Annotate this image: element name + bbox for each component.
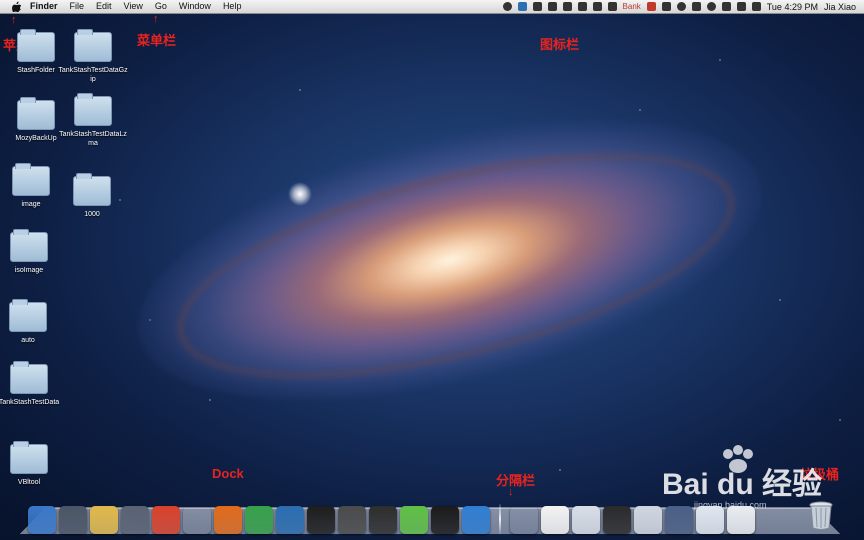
folder-icon: [74, 93, 112, 126]
folder-icon: [74, 29, 112, 62]
wallpaper-bright-star: [288, 182, 312, 206]
desktop-icon-label: isoImage: [14, 267, 44, 274]
watermark-brand: Bai du 经验: [662, 467, 822, 501]
dock-app-11-icon[interactable]: [338, 506, 366, 534]
status-icon-7[interactable]: [592, 2, 602, 11]
folder-icon: [17, 97, 55, 130]
time-machine-icon[interactable]: [676, 2, 686, 11]
menu-help[interactable]: Help: [223, 0, 242, 13]
folder-icon: [10, 361, 48, 394]
desktop-folder-isoimage[interactable]: isoImage: [0, 229, 64, 275]
dock-doc-1-icon[interactable]: [510, 506, 538, 534]
dock: [28, 500, 755, 534]
menu-finder[interactable]: Finder: [30, 0, 58, 13]
folder-icon: [17, 29, 55, 62]
dock-safari-icon[interactable]: [462, 506, 490, 534]
flag-icon[interactable]: [751, 2, 761, 11]
status-icon-8[interactable]: [607, 2, 617, 11]
dock-chrome-icon[interactable]: [152, 506, 180, 534]
apple-menu-arrow: ↑: [11, 14, 17, 26]
menubar-user[interactable]: Jia Xiao: [824, 2, 856, 12]
menu-go[interactable]: Go: [155, 0, 167, 13]
menu-window[interactable]: Window: [179, 0, 211, 13]
baidu-watermark: Bai du 经验: [662, 445, 822, 501]
dock-doc-2-icon[interactable]: [541, 506, 569, 534]
folder-icon: [12, 163, 50, 196]
menu-bar-arrow: ↑: [153, 13, 159, 25]
battery-icon[interactable]: [736, 2, 746, 11]
menu-bar: Finder File Edit View Go Window Help Ban…: [0, 0, 864, 14]
folder-icon: [10, 229, 48, 262]
dock-launchpad-icon[interactable]: [121, 506, 149, 534]
desktop-icon-label: 1000: [84, 211, 100, 218]
volume-icon[interactable]: [721, 2, 731, 11]
trash-icon[interactable]: [808, 500, 834, 530]
status-icon-1[interactable]: [502, 2, 512, 11]
dock-app-9-blue-icon[interactable]: [276, 506, 304, 534]
desktop-folder-auto[interactable]: auto: [0, 299, 63, 345]
menu-view[interactable]: View: [124, 0, 143, 13]
desktop-folder-vbltool[interactable]: VBltool: [0, 441, 64, 487]
bank-status-label[interactable]: Bank: [623, 2, 641, 11]
folder-icon: [9, 299, 47, 332]
desktop-folder-1000[interactable]: 1000: [57, 173, 127, 219]
dock-app-8-green-icon[interactable]: [245, 506, 273, 534]
desktop-icon-label: VBltool: [17, 479, 41, 486]
desktop-icon-label: TankStashTestData: [0, 399, 60, 406]
dock-terminal-2-icon[interactable]: [431, 506, 459, 534]
status-icon-3[interactable]: [532, 2, 542, 11]
dock-terminal-1-icon[interactable]: [307, 506, 335, 534]
dock-doc-8-icon[interactable]: [727, 506, 755, 534]
dock-separator[interactable]: [499, 504, 501, 534]
desktop-folder-tankstashtestdatalzma[interactable]: TankStashTestDataLzma: [58, 93, 128, 148]
dock-app-2-icon[interactable]: [59, 506, 87, 534]
desktop-icon-label: auto: [21, 337, 35, 344]
annot-icon-bar: 图标栏: [540, 37, 580, 52]
menu-extras: Bank Tue 4:29 PM Jia Xiao: [502, 0, 856, 13]
dock-doc-7-icon[interactable]: [696, 506, 724, 534]
bluetooth-icon[interactable]: [691, 2, 701, 11]
wifi-icon[interactable]: [706, 2, 716, 11]
dock-doc-3-icon[interactable]: [572, 506, 600, 534]
menu-edit[interactable]: Edit: [96, 0, 112, 13]
dock-finder-icon[interactable]: [28, 506, 56, 534]
menu-file[interactable]: File: [70, 0, 85, 13]
desktop-icon-label: TankStashTestDataGzip: [58, 67, 128, 83]
dock-evernote-icon[interactable]: [400, 506, 428, 534]
desktop-icon-label: TankStashTestDataLzma: [59, 131, 127, 147]
separator-arrow: ↓: [508, 486, 514, 498]
annot-dock: Dock: [212, 466, 244, 481]
status-icon-2[interactable]: [517, 2, 527, 11]
desktop-folder-tankstashtestdatagzip[interactable]: TankStashTestDataGzip: [58, 29, 128, 84]
dock-doc-5-icon[interactable]: [634, 506, 662, 534]
dock-app-3-lock-icon[interactable]: [90, 506, 118, 534]
apple-menu-icon[interactable]: [10, 1, 22, 12]
folder-icon: [73, 173, 111, 206]
status-icon-6[interactable]: [577, 2, 587, 11]
dock-app-6-icon[interactable]: [183, 506, 211, 534]
annot-separator: 分隔栏: [496, 473, 536, 488]
folder-icon: [10, 441, 48, 474]
dock-console-icon[interactable]: [369, 506, 397, 534]
dock-firefox-icon[interactable]: [214, 506, 242, 534]
dock-doc-4-icon[interactable]: [603, 506, 631, 534]
status-icon-4[interactable]: [547, 2, 557, 11]
dock-doc-6-icon[interactable]: [665, 506, 693, 534]
status-icon-9[interactable]: [661, 2, 671, 11]
status-icon-5[interactable]: [562, 2, 572, 11]
menubar-clock[interactable]: Tue 4:29 PM: [767, 2, 818, 12]
shield-icon[interactable]: [646, 2, 656, 11]
annot-menu-bar: 菜单栏: [137, 33, 177, 48]
desktop-folder-tankstashtestdata[interactable]: TankStashTestData: [0, 361, 64, 407]
